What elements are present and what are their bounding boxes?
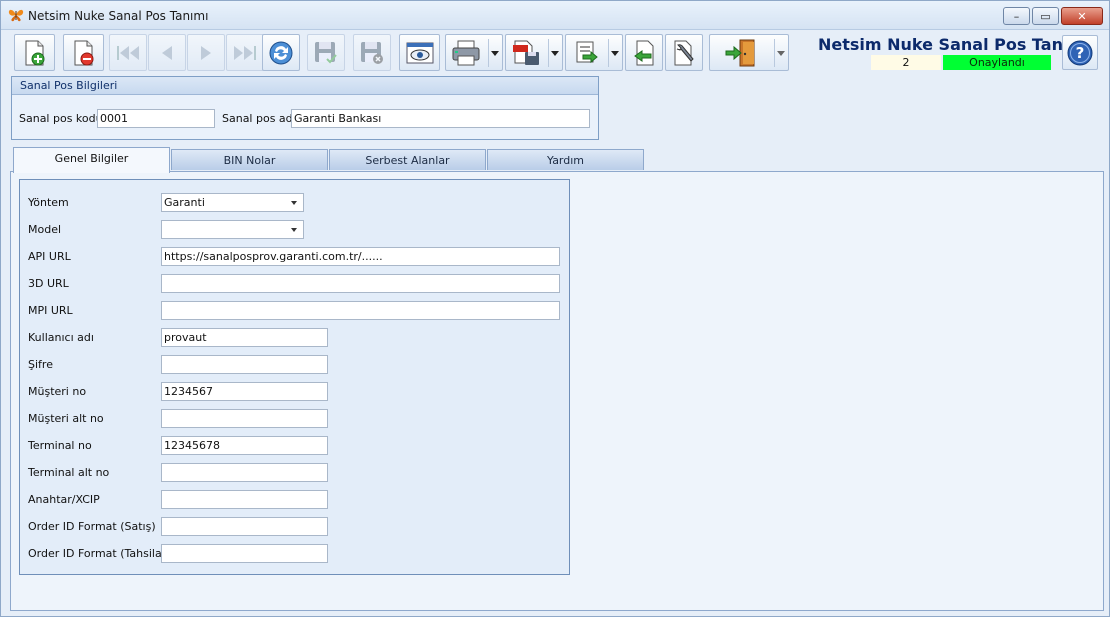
customer-sub-no-input[interactable] <box>161 409 328 428</box>
chevron-down-icon <box>777 51 785 56</box>
first-icon <box>117 45 139 60</box>
tab-yardim[interactable]: Yardım <box>487 149 644 170</box>
delete-record-button[interactable] <box>63 34 104 71</box>
status-badge: Onaylandı <box>943 55 1051 70</box>
maximize-button[interactable]: ▭ <box>1032 7 1059 25</box>
maximize-icon: ▭ <box>1040 9 1051 23</box>
previous-icon <box>162 45 172 60</box>
refresh-button[interactable] <box>262 34 300 71</box>
pos-code-label: Sanal pos kodu <box>19 112 103 125</box>
username-label: Kullanıcı adı <box>28 331 94 344</box>
save-check-icon <box>315 41 337 63</box>
customer-no-label: Müşteri no <box>28 385 87 398</box>
exit-button[interactable] <box>709 34 789 71</box>
exit-door-icon <box>725 39 755 66</box>
pos-name-input[interactable]: Garanti Bankası <box>291 109 590 128</box>
url-3d-label: 3D URL <box>28 277 69 290</box>
minimize-button[interactable]: – <box>1003 7 1030 25</box>
last-icon <box>234 45 256 60</box>
save-button[interactable] <box>307 34 345 71</box>
pdf-export-button[interactable] <box>505 34 563 71</box>
order-id-sales-input[interactable] <box>161 517 328 536</box>
help-icon: ? <box>1067 40 1093 65</box>
tab-serbest-alanlar[interactable]: Serbest Alanlar <box>329 149 486 170</box>
url-3d-input[interactable] <box>161 274 560 293</box>
chevron-down-icon <box>491 51 499 56</box>
terminal-no-input[interactable]: 12345678 <box>161 436 328 455</box>
help-button[interactable]: ? <box>1062 35 1098 70</box>
model-label: Model <box>28 223 62 236</box>
new-document-plus-icon <box>25 40 44 65</box>
printer-icon <box>452 40 480 65</box>
previous-record-button[interactable] <box>148 34 186 71</box>
close-icon: ✕ <box>1077 9 1087 23</box>
window-title: Netsim Nuke Sanal Pos Tanımı <box>28 9 209 23</box>
order-id-collection-input[interactable] <box>161 544 328 563</box>
refresh-icon <box>269 41 293 64</box>
delete-document-icon <box>74 40 93 65</box>
tab-genel-bilgiler[interactable]: Genel Bilgiler <box>13 147 170 173</box>
main-window: Netsim Nuke Sanal Pos Tanımı – ▭ ✕ Netsi… <box>0 0 1110 617</box>
tab-bin-nolar[interactable]: BIN Nolar <box>171 149 328 170</box>
yontem-select[interactable]: Garanti <box>161 193 304 212</box>
last-record-button[interactable] <box>226 34 264 71</box>
minimize-icon: – <box>1013 9 1020 23</box>
group-title: Sanal Pos Bilgileri <box>12 77 598 95</box>
terminal-sub-no-input[interactable] <box>161 463 328 482</box>
username-input[interactable]: provaut <box>161 328 328 347</box>
api-url-label: API URL <box>28 250 71 263</box>
pos-name-label: Sanal pos adı <box>222 112 296 125</box>
form-header-title: Netsim Nuke Sanal Pos Tanımı <box>818 35 1091 54</box>
first-record-button[interactable] <box>109 34 147 71</box>
yontem-label: Yöntem <box>28 196 69 209</box>
next-icon <box>201 45 211 60</box>
customer-sub-no-label: Müşteri alt no <box>28 412 104 425</box>
chevron-down-icon <box>551 51 559 56</box>
order-id-sales-label: Order ID Format (Satış) <box>28 520 156 533</box>
wrench-document-icon <box>674 40 694 65</box>
terminal-no-label: Terminal no <box>28 439 92 452</box>
password-input[interactable] <box>161 355 328 374</box>
mpi-url-input[interactable] <box>161 301 560 320</box>
svg-text:?: ? <box>1076 44 1085 62</box>
pdf-save-icon <box>513 40 539 65</box>
next-record-button[interactable] <box>187 34 225 71</box>
password-label: Şifre <box>28 358 53 371</box>
chevron-down-icon <box>611 51 619 56</box>
close-button[interactable]: ✕ <box>1061 7 1103 25</box>
butterfly-app-icon <box>8 8 24 25</box>
cancel-save-button[interactable] <box>353 34 391 71</box>
general-info-form: Yöntem Garanti Model API URL https://san… <box>19 179 570 575</box>
import-icon <box>634 40 654 65</box>
order-id-collection-label: Order ID Format (Tahsilat) <box>28 547 171 560</box>
pos-code-input[interactable]: 0001 <box>97 109 215 128</box>
new-record-button[interactable] <box>14 34 55 71</box>
terminal-sub-no-label: Terminal alt no <box>28 466 110 479</box>
key-xcip-label: Anahtar/XCIP <box>28 493 100 506</box>
pos-info-group: Sanal Pos Bilgileri Sanal pos kodu 0001 … <box>11 76 599 140</box>
print-button[interactable] <box>445 34 503 71</box>
api-url-input[interactable]: https://sanalposprov.garanti.com.tr/....… <box>161 247 560 266</box>
preview-button[interactable] <box>399 34 440 71</box>
key-xcip-input[interactable] <box>161 490 328 509</box>
title-bar[interactable]: Netsim Nuke Sanal Pos Tanımı – ▭ ✕ <box>1 1 1109 30</box>
mpi-url-label: MPI URL <box>28 304 73 317</box>
model-select[interactable] <box>161 220 304 239</box>
save-cancel-icon <box>361 41 383 64</box>
record-count: 2 <box>871 55 941 70</box>
preview-eye-icon <box>406 42 433 63</box>
export-icon <box>576 41 598 63</box>
import-button[interactable] <box>625 34 663 71</box>
settings-button[interactable] <box>665 34 703 71</box>
export-button[interactable] <box>565 34 623 71</box>
customer-no-input[interactable]: 1234567 <box>161 382 328 401</box>
